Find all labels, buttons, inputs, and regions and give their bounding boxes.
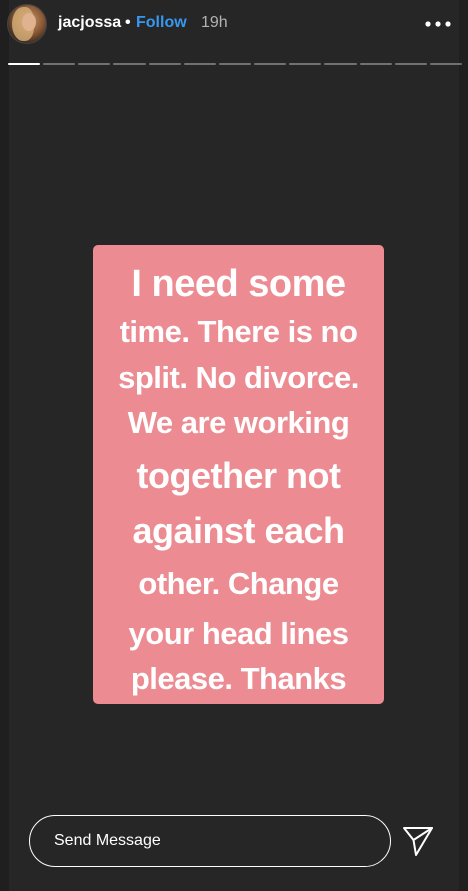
more-horizontal-icon[interactable] (420, 14, 456, 34)
progress-segment (394, 63, 427, 65)
send-message-input[interactable] (29, 815, 391, 867)
send-icon[interactable] (401, 824, 435, 858)
progress-segment (359, 63, 392, 65)
progress-segment (429, 63, 463, 65)
progress-segment (113, 63, 146, 65)
story-progress-bar (8, 63, 463, 65)
story-viewer: jacjossa • Follow 19h I need some time. … (0, 0, 468, 891)
follow-button[interactable]: Follow (136, 14, 187, 32)
progress-segment (324, 63, 357, 65)
card-text-line: I need some (131, 263, 346, 305)
progress-segment (78, 63, 111, 65)
progress-segment (218, 63, 252, 65)
card-text-line: time. There is no (119, 314, 358, 349)
progress-segment (8, 63, 41, 65)
card-text-line: please. Thanks (130, 661, 347, 696)
post-time: 19h (201, 14, 228, 31)
separator-dot: • (125, 14, 131, 31)
progress-segment (183, 63, 216, 65)
card-text-line: split. No divorce. (118, 360, 359, 395)
avatar-face (22, 13, 36, 31)
card-text-line: together not (136, 455, 341, 496)
avatar[interactable] (7, 4, 47, 44)
progress-segment (289, 63, 322, 65)
card-text-line: against each (132, 510, 345, 551)
story-header: jacjossa • Follow 19h (0, 0, 468, 50)
card-text-line: other. Change (138, 566, 339, 601)
progress-segment (148, 63, 181, 65)
progress-segment (254, 63, 287, 65)
card-text-line: your head lines (128, 616, 349, 651)
card-text-line: We are working (127, 405, 350, 440)
username[interactable]: jacjossa (58, 14, 121, 32)
progress-segment (43, 63, 76, 65)
story-text-card: I need some time. There is no split. No … (93, 245, 384, 704)
